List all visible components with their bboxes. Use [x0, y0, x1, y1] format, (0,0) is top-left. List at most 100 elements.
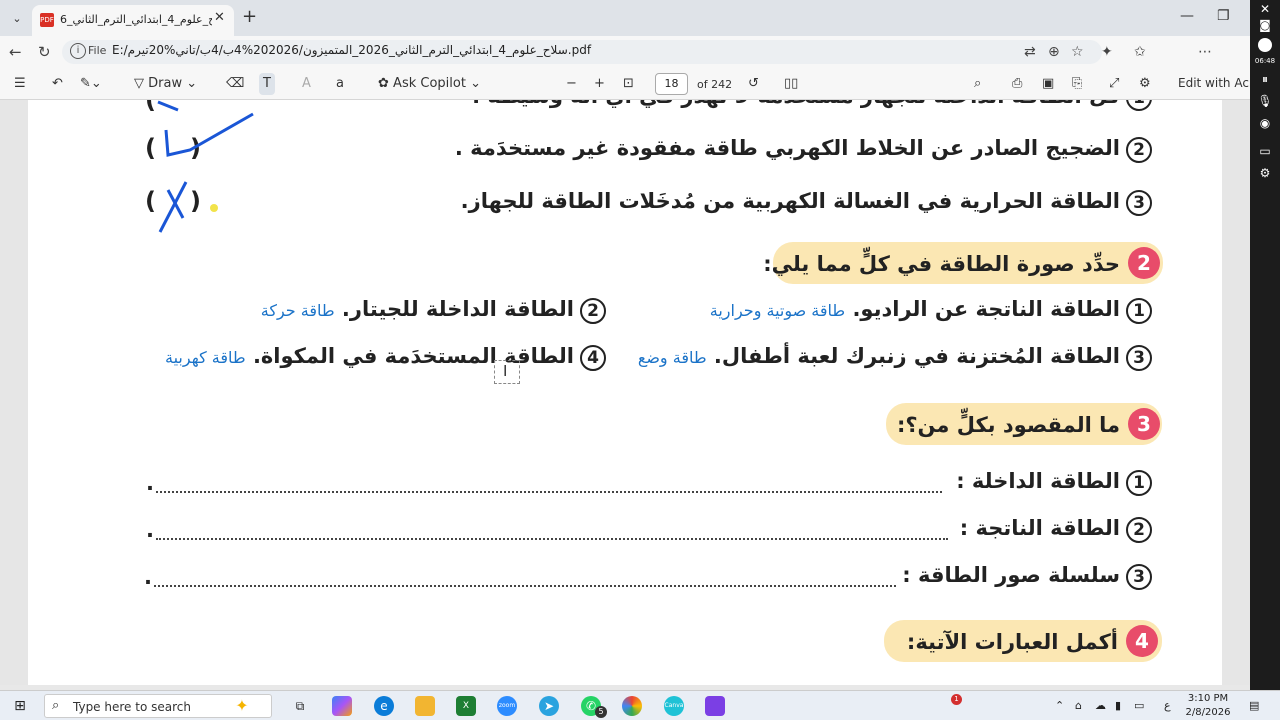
rotate-icon[interactable]: ↺ [748, 76, 759, 91]
site-info-icon[interactable]: i [70, 43, 86, 59]
eraser-icon[interactable]: ⌫ [226, 76, 244, 91]
extensions-icon[interactable]: ✦ [1101, 44, 1113, 60]
section-4-badge: 4 [1126, 625, 1158, 657]
back-icon[interactable]: ← [9, 43, 22, 61]
draw-label: Draw [148, 76, 183, 91]
whatsapp-badge: 5 [595, 706, 607, 718]
window-icon[interactable]: ▭ [1255, 144, 1275, 162]
ask-copilot-button[interactable]: ✿ Ask Copilot ⌄ [378, 76, 481, 91]
minimize-icon[interactable]: — [1180, 8, 1194, 24]
canva-icon[interactable]: Canva [664, 696, 684, 716]
language-indicator[interactable]: ع [1164, 699, 1171, 712]
file-explorer-icon[interactable] [415, 696, 435, 716]
number-circle: 4 [580, 345, 606, 371]
telegram-icon[interactable]: ➤ [539, 696, 559, 716]
print-icon[interactable]: ⎙ [1012, 76, 1022, 91]
browser-tab-bar: ⌄ PDF 6_سلاح_علوم_4_ابتدائي_الترم_الثاني… [0, 0, 1250, 36]
page-count-label: of 242 [697, 78, 733, 91]
s2-item4-answer: طاقة كهربية [165, 348, 246, 367]
contents-icon[interactable]: ☰ [14, 76, 26, 91]
section-3-badge: 3 [1128, 408, 1160, 440]
camera-icon[interactable]: ◙ [1255, 18, 1275, 36]
search-placeholder: Type here to search [73, 700, 191, 714]
mic-tray-icon[interactable]: ▮ [1115, 699, 1121, 712]
s2-item2-text: الطاقة الداخلة للجيتار. [341, 297, 574, 321]
edit-with-acrobat-button[interactable]: Edit with Acro [1178, 76, 1261, 90]
section-3-title: ما المقصود بكلٍّ من؟: [896, 413, 1120, 437]
notifications-icon[interactable]: ▤ [1249, 699, 1259, 712]
s3-item3-answer-line[interactable] [154, 585, 896, 587]
chrome-icon[interactable] [622, 696, 642, 716]
reload-icon[interactable]: ↻ [38, 43, 51, 61]
number-circle: 1 [1126, 470, 1152, 496]
zoom-icon[interactable]: ⊕ [1048, 44, 1060, 60]
s2-item2-answer: طاقة حركة [260, 301, 335, 320]
tab-close-icon[interactable]: ✕ [214, 10, 225, 25]
add-text-icon[interactable]: T [259, 73, 275, 95]
excel-icon[interactable]: X [456, 696, 476, 716]
highlight-dot [210, 204, 218, 212]
sparkle-icon[interactable]: ✦ [232, 696, 252, 716]
number-circle: 1 [1126, 298, 1152, 324]
s2-item1: 1الطاقة الناتجة عن الراديو. طاقة صوتية و… [710, 297, 1152, 324]
new-tab-icon[interactable]: + [242, 8, 257, 26]
zoom-out-icon[interactable]: − [566, 76, 577, 91]
network-icon[interactable]: ⌂ [1075, 699, 1082, 712]
q1-item3-text: الطاقة الحرارية في الغسالة الكهربية من م… [460, 189, 1120, 213]
tab-actions-menu-icon[interactable]: ⌄ [6, 8, 28, 28]
maximize-icon[interactable]: ❐ [1217, 8, 1230, 24]
page-number-input[interactable]: 18 [655, 73, 688, 95]
s2-item4: 4الطاقة المستخدَمة في المكواة. طاقة كهرب… [165, 344, 606, 371]
favorites-icon[interactable]: ✩ [1134, 44, 1146, 60]
ink-checkmark [164, 112, 254, 157]
gear-icon[interactable]: ⚙ [1255, 166, 1275, 184]
undo-icon[interactable]: ↶ [52, 76, 63, 91]
edge-browser-icon[interactable]: e [374, 696, 394, 716]
tab-active[interactable]: PDF 6_سلاح_علوم_4_ابتدائي_الترم_الثاني* … [32, 5, 234, 36]
clock-area[interactable]: 3:10 PM 2/8/2026 [1183, 692, 1233, 720]
s3-item1-answer-line[interactable] [156, 491, 942, 493]
clipchamp-icon[interactable] [705, 696, 725, 716]
pause-icon[interactable]: ⏸ [1255, 72, 1275, 90]
draw-button[interactable]: ▽ Draw ⌄ [134, 76, 197, 91]
save-icon[interactable]: ▣ [1042, 76, 1054, 91]
more-options-icon[interactable]: ⋯ [1198, 44, 1212, 60]
s3-item2-dot: . [146, 518, 154, 542]
save-as-icon[interactable]: ⎘ [1072, 76, 1082, 91]
battery-icon[interactable]: ▭ [1134, 699, 1144, 712]
tab-title: 6_سلاح_علوم_4_ابتدائي_الترم_الثاني* [60, 13, 212, 26]
number-circle: 2 [1126, 137, 1152, 163]
record-icon[interactable] [1258, 38, 1272, 52]
favorite-star-icon[interactable]: ☆ [1071, 44, 1084, 60]
tray-chevron-icon[interactable]: ⌃ [1055, 699, 1064, 712]
address-bar[interactable]: i File E:/سلاح_علوم_4_ابتدائي_الترم_الثا… [62, 40, 1102, 64]
webcam-icon[interactable]: ◉ [1255, 116, 1275, 134]
cloud-icon[interactable]: ☁ [1095, 699, 1106, 712]
task-view-icon[interactable]: ⧉ [290, 696, 310, 716]
copilot-app-icon[interactable] [332, 696, 352, 716]
fit-page-icon[interactable]: ⊡ [623, 76, 634, 91]
s3-item2-answer-line[interactable] [156, 538, 948, 540]
zoom-in-icon[interactable]: + [594, 76, 605, 91]
translate-icon[interactable]: ⇄ [1024, 44, 1036, 60]
s3-item1-text: الطاقة الداخلة : [956, 469, 1120, 493]
q1-item1-text: كل الطاقة الداخلة للجهاز مستخدمة لا تهدر… [472, 100, 1120, 108]
s2-item2: 2الطاقة الداخلة للجيتار. طاقة حركة [261, 297, 606, 324]
section-2-title: حدِّد صورة الطاقة في كلٍّ مما يلي: [763, 252, 1120, 276]
s2-item1-text: الطاقة الناتجة عن الراديو. [852, 297, 1120, 321]
start-windows-icon[interactable]: ⊞ [10, 696, 30, 716]
date-label: 2/8/2026 [1185, 707, 1231, 718]
draw-icon: ▽ [134, 76, 144, 91]
read-aloud-icon[interactable]: A [302, 76, 311, 91]
highlight-icon[interactable]: ✎⌄ [80, 76, 102, 91]
microphone-icon[interactable]: 🎙 [1255, 94, 1275, 112]
zoom-app-icon[interactable]: zoom [497, 696, 517, 716]
fullscreen-icon[interactable]: ⤢ [1109, 76, 1119, 91]
number-circle: 3 [1126, 190, 1152, 216]
settings-gear-icon[interactable]: ⚙ [1139, 76, 1151, 91]
search-icon[interactable]: ⌕ [974, 76, 981, 91]
url-text[interactable]: E:/سلاح_علوم_4_ابتدائي_الترم_الثاني_2026… [112, 43, 591, 57]
page-view-icon[interactable]: ▯▯ [784, 76, 798, 91]
pdf-viewer[interactable]: 1 كل الطاقة الداخلة للجهاز مستخدمة لا تهد… [0, 100, 1250, 685]
translate-doc-icon[interactable]: a [336, 76, 344, 91]
